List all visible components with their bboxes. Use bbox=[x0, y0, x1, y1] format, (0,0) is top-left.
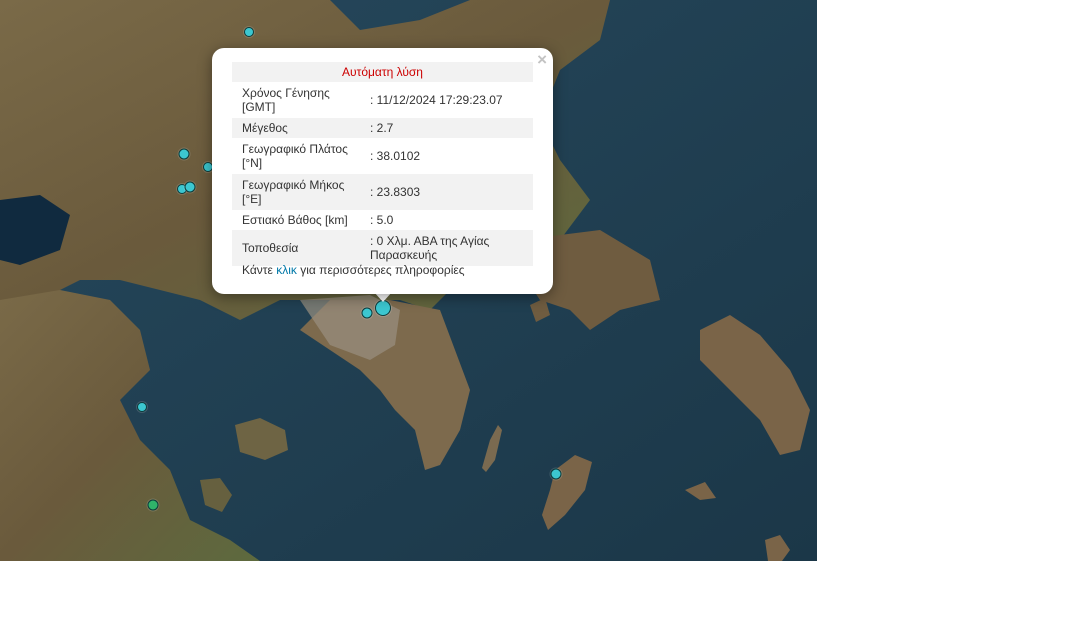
info-row-latitude: Γεωγραφικό Πλάτος [°N] : 38.0102 bbox=[232, 138, 533, 174]
popup-title: Αυτόματη λύση bbox=[232, 62, 533, 82]
earthquake-marker[interactable] bbox=[361, 307, 373, 319]
info-label: Χρόνος Γένησης [GMT] bbox=[242, 86, 330, 114]
earthquake-info-table: Αυτόματη λύση Χρόνος Γένησης [GMT] : 11/… bbox=[232, 62, 533, 266]
info-value: : 5.0 bbox=[370, 213, 394, 227]
info-label: Γεωγραφικό Πλάτος [°N] bbox=[242, 142, 348, 170]
earthquake-marker[interactable] bbox=[550, 468, 562, 480]
footer-text-post: για περισσότερες πληροφορίες bbox=[296, 263, 465, 277]
footer-text-pre: Κάντε bbox=[242, 263, 277, 277]
earthquake-marker[interactable] bbox=[178, 148, 190, 160]
earthquake-popup: × Αυτόματη λύση Χρόνος Γένησης [GMT] : 1… bbox=[212, 48, 553, 294]
close-icon[interactable]: × bbox=[537, 51, 547, 69]
info-value: : 23.8303 bbox=[360, 174, 533, 210]
popup-title-row: Αυτόματη λύση bbox=[232, 62, 533, 82]
info-value: : 0 Χλμ. ΑΒΑ της Αγίας Παρασκευής bbox=[360, 230, 533, 266]
info-row-origin-time: Χρόνος Γένησης [GMT] : 11/12/2024 17:29:… bbox=[232, 82, 533, 118]
info-value: : 38.0102 bbox=[370, 149, 421, 163]
info-row-location: Τοποθεσία : 0 Χλμ. ΑΒΑ της Αγίας Παρασκε… bbox=[232, 230, 533, 266]
earthquake-marker[interactable] bbox=[137, 402, 147, 412]
earthquake-marker[interactable] bbox=[147, 499, 159, 511]
earthquake-marker[interactable] bbox=[184, 181, 196, 193]
info-value: : 2.7 bbox=[360, 118, 533, 138]
info-label: Εστιακό Βάθος [km] bbox=[242, 213, 348, 227]
more-info-link[interactable]: κλικ bbox=[276, 263, 297, 277]
info-label: Τοποθεσία bbox=[232, 230, 360, 266]
earthquake-marker[interactable] bbox=[244, 27, 254, 37]
popup-footer: Κάντε κλικ για περισσότερες πληροφορίες bbox=[242, 263, 465, 277]
info-label: Γεωγραφικό Μήκος [°E] bbox=[232, 174, 360, 210]
info-label: Μέγεθος bbox=[232, 118, 360, 138]
info-value: : 11/12/2024 17:29:23.07 bbox=[370, 93, 503, 107]
earthquake-marker-selected[interactable] bbox=[375, 300, 391, 316]
info-row-depth: Εστιακό Βάθος [km] : 5.0 bbox=[232, 210, 533, 230]
info-row-magnitude: Μέγεθος : 2.7 bbox=[232, 118, 533, 138]
info-row-longitude: Γεωγραφικό Μήκος [°E] : 23.8303 bbox=[232, 174, 533, 210]
